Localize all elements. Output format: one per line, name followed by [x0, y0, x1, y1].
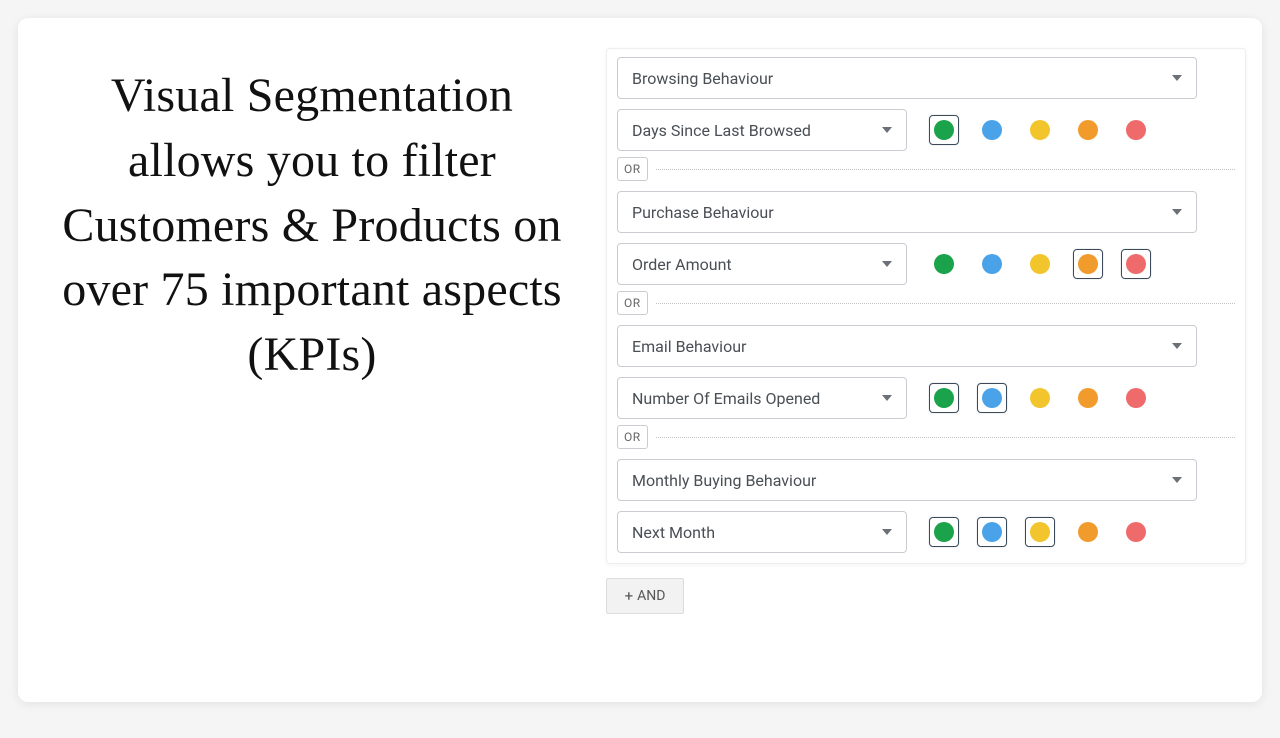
score-dots — [929, 517, 1151, 547]
score-dot-yellow[interactable] — [1025, 115, 1055, 145]
score-dots — [929, 115, 1151, 145]
metric-label: Order Amount — [632, 255, 732, 274]
dot-icon — [1078, 522, 1098, 542]
score-dot-orange[interactable] — [1073, 115, 1103, 145]
dot-icon — [982, 388, 1002, 408]
divider-line — [656, 303, 1235, 304]
score-dot-red[interactable] — [1121, 517, 1151, 547]
category-select[interactable]: Browsing Behaviour — [617, 57, 1197, 99]
metric-select[interactable]: Next Month — [617, 511, 907, 553]
score-dot-red[interactable] — [1121, 383, 1151, 413]
chevron-down-icon — [1172, 477, 1182, 483]
score-dot-blue[interactable] — [977, 383, 1007, 413]
category-select[interactable]: Email Behaviour — [617, 325, 1197, 367]
score-dot-green[interactable] — [929, 115, 959, 145]
score-dot-orange[interactable] — [1073, 383, 1103, 413]
dot-icon — [934, 120, 954, 140]
or-divider: OR — [617, 157, 1235, 181]
metric-label: Next Month — [632, 523, 715, 542]
or-badge: OR — [617, 157, 648, 181]
dot-icon — [934, 254, 954, 274]
dot-icon — [1078, 254, 1098, 274]
score-dot-yellow[interactable] — [1025, 517, 1055, 547]
divider-line — [656, 169, 1235, 170]
or-badge: OR — [617, 425, 648, 449]
metric-label: Days Since Last Browsed — [632, 121, 811, 140]
dot-icon — [1030, 254, 1050, 274]
or-divider: OR — [617, 425, 1235, 449]
chevron-down-icon — [1172, 343, 1182, 349]
metric-row: Number Of Emails Opened — [617, 377, 1235, 419]
feature-card: Visual Segmentation allows you to filter… — [18, 18, 1262, 702]
dot-icon — [1078, 120, 1098, 140]
score-dot-yellow[interactable] — [1025, 383, 1055, 413]
dot-icon — [1030, 388, 1050, 408]
category-label: Purchase Behaviour — [632, 203, 774, 222]
description-panel: Visual Segmentation allows you to filter… — [42, 38, 582, 682]
chevron-down-icon — [882, 261, 892, 267]
score-dot-green[interactable] — [929, 249, 959, 279]
score-dot-red[interactable] — [1121, 115, 1151, 145]
score-dot-blue[interactable] — [977, 115, 1007, 145]
score-dots — [929, 383, 1151, 413]
or-divider: OR — [617, 291, 1235, 315]
chevron-down-icon — [1172, 209, 1182, 215]
and-label: AND — [637, 588, 665, 604]
dot-icon — [1030, 120, 1050, 140]
plus-icon: + — [625, 589, 634, 604]
filter-blocks: Browsing Behaviour Days Since Last Browse… — [606, 48, 1246, 564]
dot-icon — [1126, 120, 1146, 140]
feature-heading: Visual Segmentation allows you to filter… — [42, 64, 582, 388]
dot-icon — [982, 254, 1002, 274]
segmentation-builder: Browsing Behaviour Days Since Last Browse… — [582, 38, 1246, 682]
dot-icon — [1030, 522, 1050, 542]
dot-icon — [1126, 388, 1146, 408]
dot-icon — [982, 120, 1002, 140]
category-label: Monthly Buying Behaviour — [632, 471, 816, 490]
category-select[interactable]: Purchase Behaviour — [617, 191, 1197, 233]
score-dot-red[interactable] — [1121, 249, 1151, 279]
dot-icon — [1126, 522, 1146, 542]
score-dot-orange[interactable] — [1073, 517, 1103, 547]
dot-icon — [1078, 388, 1098, 408]
metric-row: Next Month — [617, 511, 1235, 553]
chevron-down-icon — [1172, 75, 1182, 81]
metric-row: Order Amount — [617, 243, 1235, 285]
category-label: Browsing Behaviour — [632, 69, 773, 88]
score-dot-green[interactable] — [929, 517, 959, 547]
score-dot-blue[interactable] — [977, 517, 1007, 547]
metric-row: Days Since Last Browsed — [617, 109, 1235, 151]
score-dot-orange[interactable] — [1073, 249, 1103, 279]
chevron-down-icon — [882, 395, 892, 401]
score-dots — [929, 249, 1151, 279]
score-dot-green[interactable] — [929, 383, 959, 413]
dot-icon — [1126, 254, 1146, 274]
metric-select[interactable]: Days Since Last Browsed — [617, 109, 907, 151]
score-dot-blue[interactable] — [977, 249, 1007, 279]
add-and-button[interactable]: + AND — [606, 578, 684, 614]
category-select[interactable]: Monthly Buying Behaviour — [617, 459, 1197, 501]
metric-select[interactable]: Number Of Emails Opened — [617, 377, 907, 419]
divider-line — [656, 437, 1235, 438]
metric-label: Number Of Emails Opened — [632, 389, 820, 408]
metric-select[interactable]: Order Amount — [617, 243, 907, 285]
dot-icon — [934, 522, 954, 542]
score-dot-yellow[interactable] — [1025, 249, 1055, 279]
dot-icon — [982, 522, 1002, 542]
chevron-down-icon — [882, 127, 892, 133]
chevron-down-icon — [882, 529, 892, 535]
dot-icon — [934, 388, 954, 408]
or-badge: OR — [617, 291, 648, 315]
category-label: Email Behaviour — [632, 337, 746, 356]
